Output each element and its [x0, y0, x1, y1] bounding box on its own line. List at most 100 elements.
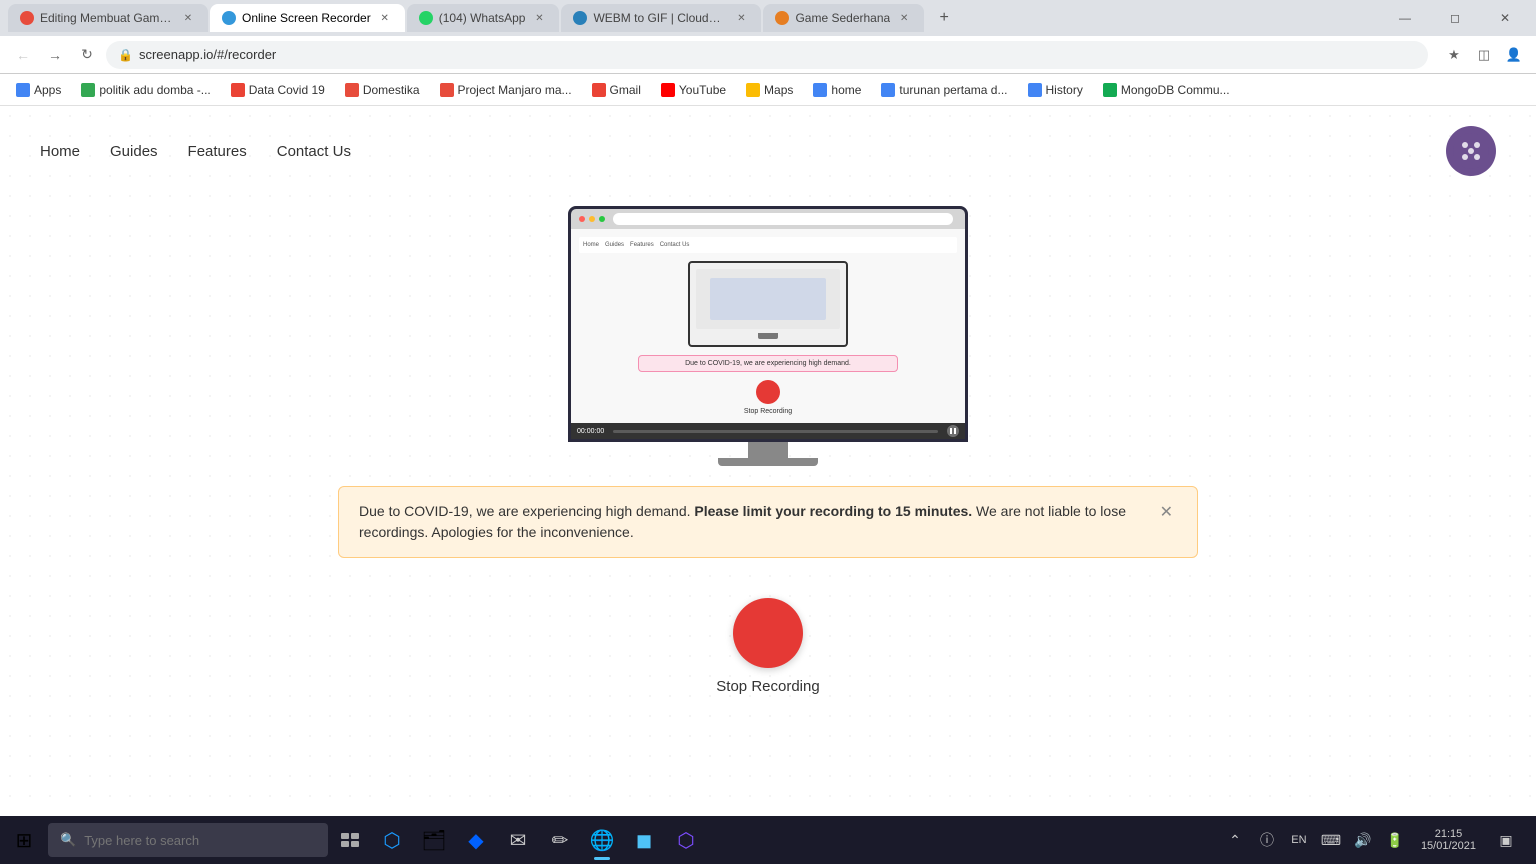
nav-guides[interactable]: Guides: [110, 143, 158, 160]
bookmark-politik-adu-domba--...[interactable]: politik adu domba -...: [73, 81, 218, 99]
bookmark-label: MongoDB Commu...: [1121, 83, 1230, 97]
bookmark-home[interactable]: home: [805, 81, 869, 99]
tab-close-icon[interactable]: ✕: [377, 10, 393, 26]
taskbar-clock[interactable]: 21:15 15/01/2021: [1413, 826, 1484, 854]
bookmark-turunan-pertama-d...[interactable]: turunan pertama d...: [873, 81, 1015, 99]
minimize-button[interactable]: —: [1382, 2, 1428, 34]
bookmark-maps[interactable]: Maps: [738, 81, 801, 99]
tab-close-icon[interactable]: ✕: [733, 10, 749, 26]
monitor-base: [718, 458, 818, 466]
taskbar-show-hidden-icon[interactable]: ⌃: [1221, 822, 1249, 858]
close-button[interactable]: ✕: [1482, 2, 1528, 34]
nav-features[interactable]: Features: [188, 143, 247, 160]
alert-banner: Due to COVID-19, we are experiencing hig…: [338, 486, 1198, 558]
clock-date: 15/01/2021: [1421, 840, 1476, 852]
bookmark-favicon: [1103, 83, 1117, 97]
taskbar-volume-icon[interactable]: 🔊: [1349, 822, 1377, 858]
taskbar-search-bar[interactable]: 🔍: [48, 823, 328, 857]
stop-recording-button[interactable]: [733, 598, 803, 668]
bookmark-domestika[interactable]: Domestika: [337, 81, 428, 99]
taskbar-start-button[interactable]: ⊞: [4, 818, 44, 862]
tab-title: Editing Membuat Game Sederha...: [40, 11, 174, 25]
taskbar-chrome[interactable]: 🌐: [582, 818, 622, 862]
bookmark-mongodb-commu...[interactable]: MongoDB Commu...: [1095, 81, 1238, 99]
tab-close-icon[interactable]: ✕: [896, 10, 912, 26]
browser-tab-tab4[interactable]: WEBM to GIF | CloudConvert ✕: [561, 4, 761, 32]
browser-tab-tab5[interactable]: Game Sederhana ✕: [763, 4, 924, 32]
taskbar-mail[interactable]: ✉: [498, 818, 538, 862]
website-content: Home Guides Features Contact Us: [0, 106, 1536, 806]
taskbar-dropbox[interactable]: ◆: [456, 818, 496, 862]
bookmark-data-covid-19[interactable]: Data Covid 19: [223, 81, 333, 99]
screen-timer: 00:00:00: [577, 428, 604, 435]
toolbar-icons: ★ ◫ 👤: [1442, 43, 1526, 67]
bookmark-favicon: [345, 83, 359, 97]
url-text: screenapp.io/#/recorder: [139, 47, 276, 62]
bookmark-favicon: [16, 83, 30, 97]
bookmark-star-icon[interactable]: ★: [1442, 43, 1466, 67]
taskbar-notification-icon[interactable]: ▣: [1488, 822, 1524, 858]
bookmark-gmail[interactable]: Gmail: [584, 81, 649, 99]
taskbar-language-icon[interactable]: EN: [1285, 822, 1313, 858]
forward-button[interactable]: →: [42, 42, 68, 68]
taskbar-visual-studio[interactable]: ⬡: [666, 818, 706, 862]
inner-screen-content: [710, 278, 825, 320]
browser-tab-tab2[interactable]: Online Screen Recorder ✕: [210, 4, 405, 32]
taskbar-search-input[interactable]: [84, 833, 284, 848]
bookmark-favicon: [592, 83, 606, 97]
stop-recording-area: Stop Recording: [716, 598, 819, 695]
alert-close-button[interactable]: ✕: [1156, 501, 1177, 525]
taskbar-network-icon[interactable]: ⌨: [1317, 822, 1345, 858]
bookmark-project-manjaro-ma...[interactable]: Project Manjaro ma...: [432, 81, 580, 99]
taskbar-help-icon[interactable]: ⓘ: [1253, 822, 1281, 858]
back-button[interactable]: ←: [10, 42, 36, 68]
bookmark-label: politik adu domba -...: [99, 83, 210, 97]
reload-button[interactable]: ↻: [74, 42, 100, 68]
browser-tab-tab3[interactable]: (104) WhatsApp ✕: [407, 4, 560, 32]
taskbar-explorer[interactable]: 🗂: [414, 818, 454, 862]
taskbar: ⊞ 🔍 ⬡ 🗂 ◆ ✉ ✏ 🌐 ◼: [0, 816, 1536, 864]
profile-icon[interactable]: 👤: [1502, 43, 1526, 67]
taskbar-vscode[interactable]: ◼: [624, 818, 664, 862]
monitor-preview: Home Guides Features Contact Us: [568, 206, 968, 466]
screen-nav-bar: Home Guides Features Contact Us: [579, 237, 957, 253]
taskbar-system-tray: ⌃ ⓘ EN ⌨ 🔊 🔋 21:15 15/01/2021 ▣: [1221, 822, 1532, 858]
screen-pause-button[interactable]: [947, 425, 959, 437]
task-view-button[interactable]: [332, 822, 368, 858]
restore-button[interactable]: ◻: [1432, 2, 1478, 34]
inner-monitor: [688, 261, 848, 347]
tab-close-icon[interactable]: ✕: [531, 10, 547, 26]
taskbar-battery-icon[interactable]: 🔋: [1381, 822, 1409, 858]
bookmark-label: turunan pertama d...: [899, 83, 1007, 97]
tab-favicon: [20, 11, 34, 25]
bookmark-favicon: [81, 83, 95, 97]
bookmark-youtube[interactable]: YouTube: [653, 81, 734, 99]
main-content: Home Guides Features Contact Us: [0, 196, 1536, 735]
extensions-icon[interactable]: ◫: [1472, 43, 1496, 67]
tab-close-icon[interactable]: ✕: [180, 10, 196, 26]
screen-address-bar: [613, 213, 953, 225]
bookmark-favicon: [813, 83, 827, 97]
tab-title: Online Screen Recorder: [242, 11, 371, 25]
alert-text-normal: Due to COVID-19, we are experiencing hig…: [359, 503, 694, 519]
url-bar[interactable]: 🔒 screenapp.io/#/recorder: [106, 41, 1428, 69]
alert-text: Due to COVID-19, we are experiencing hig…: [359, 501, 1146, 543]
new-tab-button[interactable]: +: [930, 4, 958, 32]
bookmark-apps[interactable]: Apps: [8, 81, 69, 99]
screen-body: Home Guides Features Contact Us: [571, 229, 965, 423]
stop-recording-label: Stop Recording: [716, 678, 819, 695]
browser-titlebar: Editing Membuat Game Sederha... ✕ Online…: [0, 0, 1536, 36]
bookmark-label: Gmail: [610, 83, 641, 97]
screen-nav-item: Contact Us: [660, 242, 690, 248]
bookmark-favicon: [1028, 83, 1042, 97]
screen-nav-item: Guides: [605, 242, 624, 248]
nav-contact[interactable]: Contact Us: [277, 143, 351, 160]
lock-icon: 🔒: [118, 48, 133, 62]
taskbar-edge[interactable]: ⬡: [372, 818, 412, 862]
bookmark-history[interactable]: History: [1020, 81, 1091, 99]
browser-tab-tab1[interactable]: Editing Membuat Game Sederha... ✕: [8, 4, 208, 32]
bookmark-label: Data Covid 19: [249, 83, 325, 97]
logo-area: [1446, 126, 1496, 176]
nav-home[interactable]: Home: [40, 143, 80, 160]
taskbar-sketchbook[interactable]: ✏: [540, 818, 580, 862]
